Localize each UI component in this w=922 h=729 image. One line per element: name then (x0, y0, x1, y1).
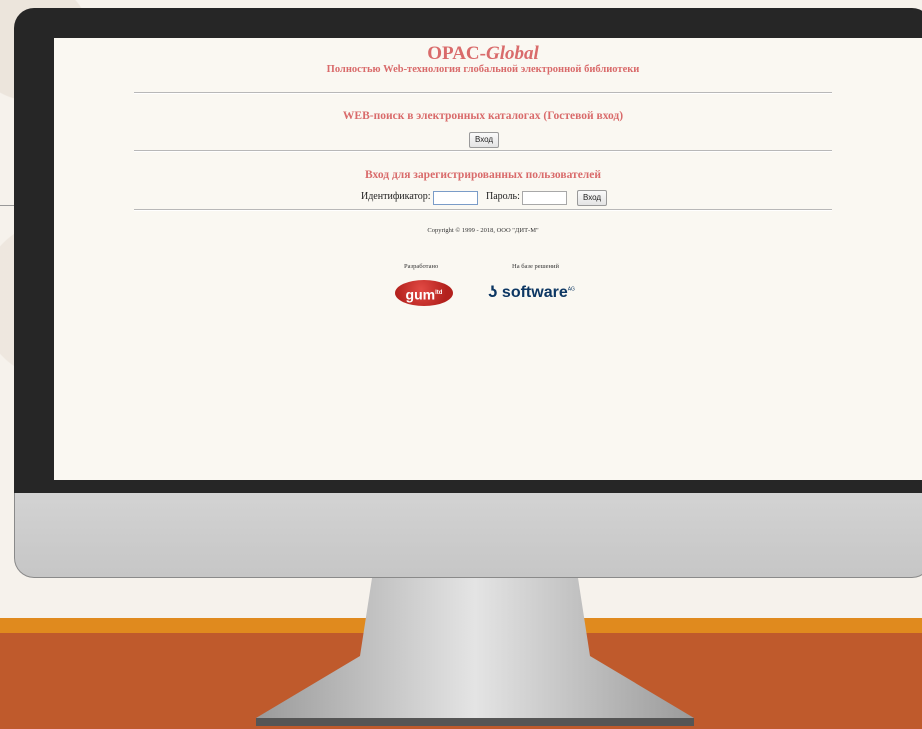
divider (134, 209, 832, 211)
login-input[interactable] (433, 191, 478, 205)
login-submit-button[interactable]: Вход (577, 190, 608, 206)
software-ag-logo[interactable]: ʖ softwareAG (488, 282, 575, 302)
monitor-chin (14, 493, 922, 578)
divider (134, 150, 832, 152)
developer-logo[interactable]: gumltd (395, 280, 453, 306)
monitor-bezel: OPAC-Global Полностью Web-технология гло… (14, 8, 922, 493)
developed-by-label: Разработано (404, 263, 439, 270)
page-subtitle: Полностью Web-технология глобальной элек… (326, 64, 640, 75)
based-on-label: На базе решений (512, 263, 559, 270)
copyright-text: Copyright © 1999 - 2018, ООО "ДИТ-М" (427, 227, 539, 234)
monitor-screen: OPAC-Global Полностью Web-технология гло… (54, 38, 922, 480)
guest-search-heading: WEB-поиск в электронных каталогах (Госте… (342, 110, 624, 122)
password-input[interactable] (522, 191, 567, 205)
monitor-stand (256, 578, 694, 726)
guest-login-button[interactable]: Вход (469, 132, 500, 148)
page-title: OPAC-Global (427, 43, 539, 64)
registered-users-heading: Вход для зарегистрированных пользователе… (365, 169, 601, 181)
divider (134, 92, 832, 94)
login-label: Идентификатор: (361, 191, 431, 202)
password-label: Пароль: (486, 191, 520, 202)
